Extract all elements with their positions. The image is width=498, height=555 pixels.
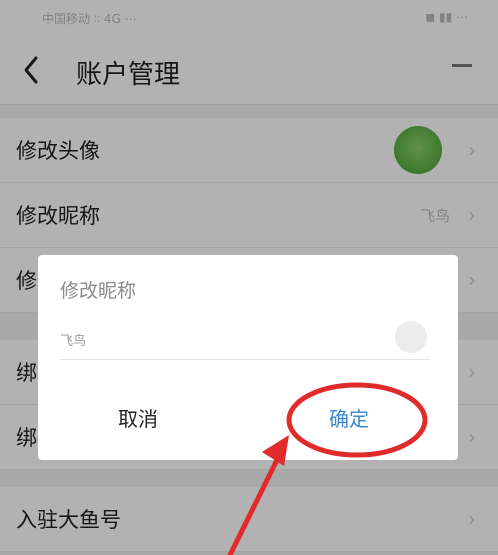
dialog-title: 修改昵称 (60, 280, 137, 302)
input-underline (60, 359, 430, 360)
confirm-button[interactable]: 确定 (329, 403, 369, 432)
nickname-dialog: 修改昵称 取消 确定 (38, 255, 458, 460)
cancel-button[interactable]: 取消 (118, 403, 158, 432)
clear-icon[interactable] (395, 321, 427, 353)
nickname-input[interactable] (60, 327, 378, 351)
